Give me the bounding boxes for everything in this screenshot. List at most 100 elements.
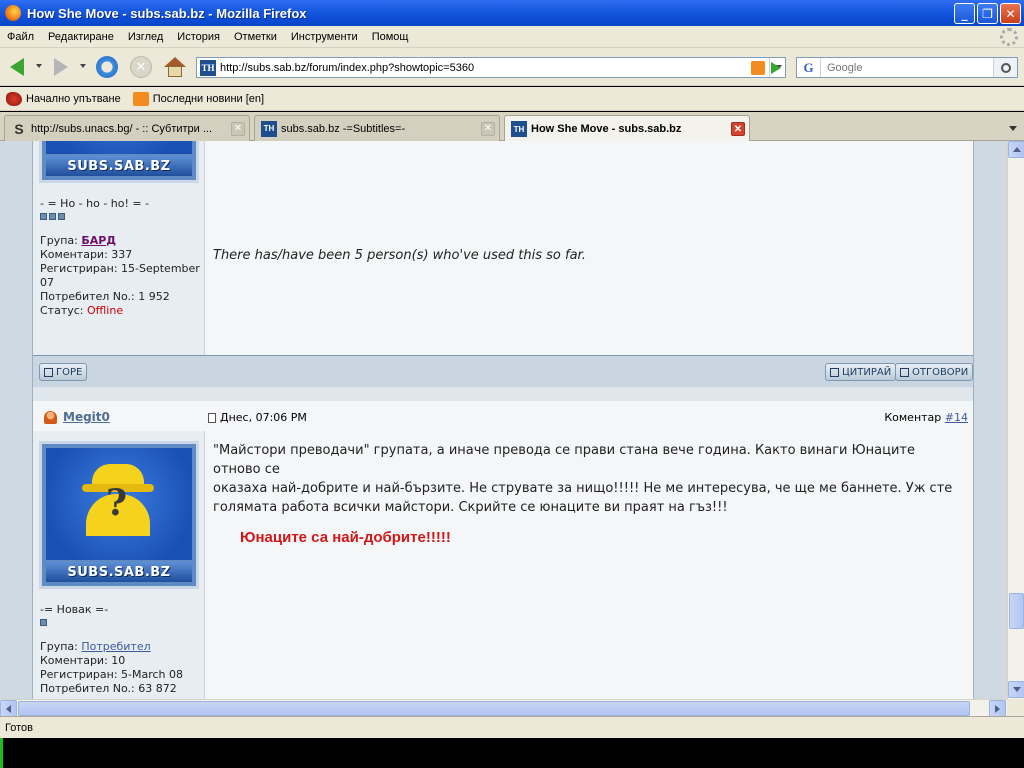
rank-pips [40, 213, 205, 220]
avatar-brand: SUBS.SAB.BZ [46, 562, 192, 582]
post2-line: "Майстори преводачи" групата, а иначе пр… [213, 443, 916, 477]
close-button[interactable]: ✕ [1000, 3, 1021, 24]
forward-arrow-icon [54, 58, 68, 76]
navigation-toolbar: ✕ TH http://subs.sab.bz/forum/index.php?… [0, 48, 1024, 86]
post1-avatar: SUBS.SAB.BZ [39, 141, 199, 183]
user-number: Потребител No.: 1 952 [40, 290, 170, 303]
firefox-icon [6, 91, 22, 106]
forum-table: SUBS.SAB.BZ - = Ho - ho - ho! = - Група:… [32, 141, 974, 699]
rss-icon [132, 91, 149, 106]
vertical-scrollbar[interactable] [1007, 141, 1024, 699]
tab-bar: S http://subs.unacs.bg/ - :: Субтитри ..… [0, 112, 1024, 142]
comment-count: Коментари: 337 [40, 248, 133, 261]
desktop-background [0, 738, 1024, 768]
post2-body: "Майстори преводачи" групата, а иначе пр… [213, 441, 963, 517]
arrow-right-icon [995, 704, 1000, 713]
post2-member-info: -= Новак =- Група: Потребител Коментари:… [40, 603, 183, 696]
tab-label: http://subs.unacs.bg/ - :: Субтитри ... [31, 122, 213, 135]
window-controls: _ ❐ ✕ [954, 3, 1021, 24]
scroll-left-button[interactable] [0, 700, 17, 717]
home-button[interactable] [162, 54, 188, 80]
post1-author-panel: SUBS.SAB.BZ - = Ho - ho - ho! = - Група:… [33, 141, 205, 355]
registered-date: Регистриран: 5-March 08 [40, 668, 184, 681]
tab-unacs[interactable]: S http://subs.unacs.bg/ - :: Субтитри ..… [4, 115, 250, 141]
post2-header: Megit0 Днес, 07:06 PM Коментар #14 [33, 401, 973, 431]
chevron-down-icon [1009, 125, 1017, 131]
search-button[interactable] [993, 58, 1017, 77]
search-input[interactable] [821, 59, 993, 76]
group-link[interactable]: БАРД [81, 234, 116, 247]
scroll-down-button[interactable] [1008, 681, 1024, 698]
url-text[interactable]: http://subs.sab.bz/forum/index.php?showt… [220, 62, 751, 74]
menu-edit[interactable]: Редактиране [41, 31, 121, 43]
stop-button[interactable]: ✕ [128, 54, 154, 80]
tab-close-icon[interactable]: ✕ [731, 122, 745, 136]
user-number: Потребител No.: 63 872 [40, 682, 177, 695]
menu-view[interactable]: Изглед [121, 31, 170, 43]
top-button[interactable]: ГОРЕ [39, 363, 88, 381]
tab-close-icon[interactable]: ✕ [231, 121, 245, 136]
go-arrow-icon [771, 61, 781, 74]
bookmark-label: Последни новини [en] [152, 92, 265, 105]
registered-date: Регистриран: 15-September 07 [40, 262, 200, 289]
url-bar[interactable]: TH http://subs.sab.bz/forum/index.php?sh… [196, 57, 786, 78]
site-favicon-icon: TH [200, 59, 216, 76]
tab-close-icon[interactable]: ✕ [481, 121, 495, 136]
avatar-brand: SUBS.SAB.BZ [46, 156, 192, 176]
post1-body: There has/have been 5 person(s) who've u… [213, 248, 586, 263]
bookmark-latest-news[interactable]: Последни новини [en] [132, 91, 265, 106]
menu-history[interactable]: История [170, 31, 227, 43]
forward-history-dropdown[interactable] [80, 64, 86, 68]
quote-icon [830, 367, 839, 377]
comment-permalink[interactable]: #14 [945, 411, 968, 424]
vertical-scroll-thumb[interactable] [1009, 593, 1024, 629]
unacs-icon: S [14, 120, 24, 137]
quote-button[interactable]: ЦИТИРАЙ [825, 363, 897, 381]
menu-bookmarks[interactable]: Отметки [227, 31, 284, 43]
go-button[interactable] [766, 57, 786, 78]
group-label: Група: [40, 234, 78, 247]
maximize-button[interactable]: ❐ [977, 3, 998, 24]
reply-button[interactable]: ОТГОВОРИ [895, 363, 974, 381]
horizontal-scrollbar[interactable] [0, 699, 1007, 717]
member-title: -= Новак =- [40, 603, 109, 616]
search-engine-selector[interactable]: G [797, 58, 821, 77]
tab-label: How She Move - subs.sab.bz [531, 123, 682, 135]
menu-help[interactable]: Помощ [365, 31, 416, 43]
rss-feed-icon[interactable] [751, 60, 765, 75]
th-icon: TH [511, 121, 527, 137]
tab-how-she-move[interactable]: TH How She Move - subs.sab.bz ✕ [504, 115, 750, 142]
title-bar: How She Move - subs.sab.bz - Mozilla Fir… [0, 0, 1024, 26]
bookmark-getting-started[interactable]: Начално упътване [6, 91, 121, 106]
horizontal-scroll-thumb[interactable] [18, 701, 970, 716]
scroll-right-button[interactable] [989, 700, 1006, 717]
tab-list-button[interactable] [1002, 115, 1024, 141]
group-link[interactable]: Потребител [81, 640, 150, 653]
back-button[interactable] [4, 54, 30, 80]
comment-count: Коментари: 10 [40, 654, 126, 667]
minimize-button[interactable]: _ [954, 3, 975, 24]
home-icon [164, 57, 186, 77]
arrow-up-icon [1012, 147, 1021, 152]
member-title: - = Ho - ho - ho! = - [40, 197, 150, 210]
reload-button[interactable] [94, 54, 120, 80]
magnifier-icon [1000, 62, 1011, 73]
th-icon: TH [261, 120, 277, 137]
scroll-up-button[interactable] [1008, 141, 1024, 158]
menu-file[interactable]: Файл [0, 31, 41, 43]
throbber-icon [1000, 28, 1018, 46]
spy-avatar-icon: ? [82, 464, 154, 536]
scroll-corner [1007, 699, 1024, 716]
arrow-left-icon [6, 704, 11, 713]
menu-bar: Файл Редактиране Изглед История Отметки … [0, 26, 1024, 48]
tab-subs-sab[interactable]: TH subs.sab.bz -=Subtitles=- ✕ [254, 115, 500, 141]
group-label: Група: [40, 640, 78, 653]
post2-date: Днес, 07:06 PM [208, 411, 307, 424]
search-bar: G [796, 57, 1018, 78]
post2-username[interactable]: Megit0 [63, 410, 110, 424]
forward-button[interactable] [48, 54, 74, 80]
back-history-dropdown[interactable] [36, 64, 42, 68]
menu-tools[interactable]: Инструменти [284, 31, 365, 43]
post-separator [33, 387, 973, 401]
page-viewport: SUBS.SAB.BZ - = Ho - ho - ho! = - Група:… [0, 141, 1007, 699]
